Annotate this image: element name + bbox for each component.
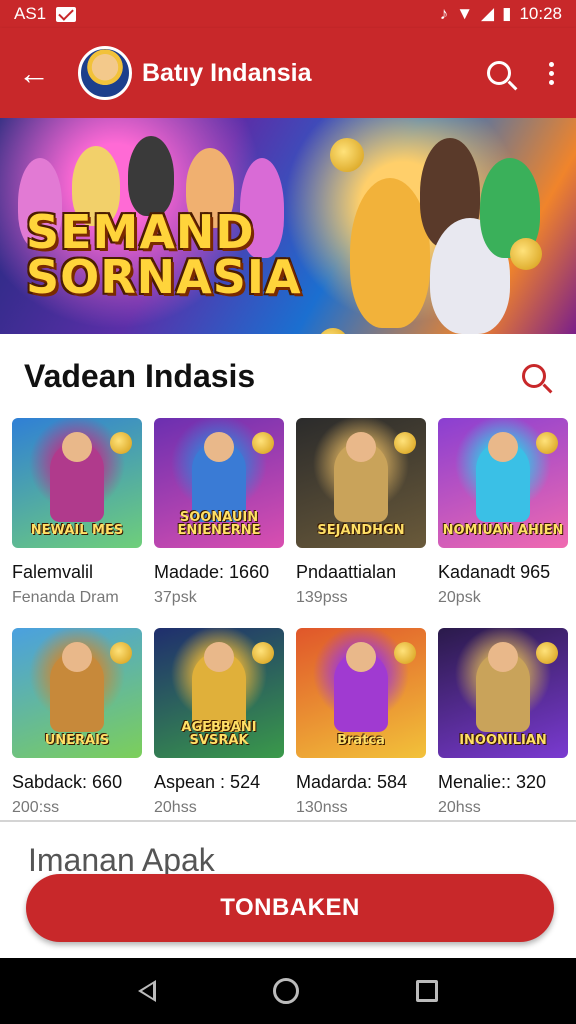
back-arrow-icon[interactable]: ←	[18, 57, 58, 89]
banner-character	[350, 178, 430, 328]
game-thumbnail[interactable]: AGEBBANI SVSRAK	[154, 628, 284, 758]
more-vert-icon[interactable]	[545, 61, 558, 85]
game-character-head	[346, 642, 376, 672]
game-title: Falemvalil	[12, 562, 94, 582]
app-title: Batıy Indansia	[142, 58, 312, 87]
game-title: Pndaattialan	[296, 562, 397, 582]
banner-character	[128, 136, 174, 216]
game-character-head	[204, 432, 234, 462]
hero-banner[interactable]: SEMAND SORNASIA	[0, 118, 576, 334]
game-subtitle: Fenanda Dram	[12, 589, 119, 606]
carrier-label: AS1	[14, 4, 47, 23]
game-thumbnail-text: Bratca	[337, 733, 385, 749]
banner-title-line2: SORNASIA	[26, 250, 302, 305]
system-nav-bar	[0, 958, 576, 1024]
search-icon[interactable]	[522, 364, 546, 388]
game-thumbnail[interactable]: SEJANDHGN	[296, 418, 426, 548]
game-card[interactable]: AGEBBANI SVSRAK Aspean : 524 20hss	[154, 628, 284, 828]
game-thumbnail-text: NEWAIL MES	[30, 523, 124, 539]
game-character-head	[488, 432, 518, 462]
game-title: Aspean : 524	[154, 772, 261, 792]
coin-icon	[510, 238, 542, 270]
game-title: Menalie:: 320	[438, 772, 547, 792]
coin-icon	[536, 642, 558, 664]
coin-icon	[110, 642, 132, 664]
coin-icon	[252, 642, 274, 664]
coin-icon	[536, 432, 558, 454]
coin-icon	[330, 138, 364, 172]
section-title: Vadean Indasis	[24, 357, 256, 394]
status-bar: AS1 ♪ ▼ ◢ ▮ 10:28	[0, 0, 576, 28]
game-thumbnail[interactable]: SOONAUIN ENIENERNE	[154, 418, 284, 548]
coin-icon	[394, 432, 416, 454]
nav-recents-icon[interactable]	[415, 980, 438, 1002]
game-thumbnail[interactable]: NEWAIL MES	[12, 418, 142, 548]
game-subtitle: 139pss	[296, 589, 348, 606]
game-card[interactable]: NEWAIL MES Falemvalil Fenanda Dram	[12, 418, 142, 618]
signal-icon: ◢	[481, 4, 495, 23]
game-title: Madarda: 584	[296, 772, 408, 792]
game-card[interactable]: INOONILIANMenalie:: 32020hss	[438, 628, 568, 828]
mail-notification-icon	[56, 6, 77, 22]
game-grid: NEWAIL MES Falemvalil Fenanda Dram SOONAUIN…	[12, 418, 568, 828]
game-thumbnail-text: SOONAUIN ENIENERNE	[177, 509, 261, 539]
game-title: Sabdack: 660	[12, 772, 123, 792]
game-card[interactable]: UNERAIS Sabdack: 660 200:ss	[12, 628, 142, 828]
game-subtitle: 130nss	[296, 799, 348, 816]
avatar[interactable]	[78, 46, 132, 100]
game-card[interactable]: NOMIUAN AHIEN Kadanadt 965 20psk	[438, 418, 568, 618]
game-thumbnail[interactable]: NOMIUAN AHIEN	[438, 418, 568, 548]
game-character-head	[62, 432, 92, 462]
game-thumbnail[interactable]: INOONILIAN	[438, 628, 568, 758]
coin-icon	[318, 328, 348, 334]
game-thumbnail-text: AGEBBANI SVSRAK	[181, 719, 257, 749]
coin-icon	[252, 432, 274, 454]
coin-icon	[394, 642, 416, 664]
game-thumbnail[interactable]: UNERAIS	[12, 628, 142, 758]
game-subtitle: 20psk	[438, 589, 481, 606]
section-header: Vadean Indasis	[0, 334, 576, 418]
wifi-icon: ▼	[456, 4, 474, 23]
game-character-head	[62, 642, 92, 672]
nav-back-icon[interactable]	[138, 980, 157, 1002]
game-thumbnail-text: NOMIUAN AHIEN	[442, 523, 564, 539]
divider	[0, 820, 576, 822]
app-bar: ← Batıy Indansia	[0, 28, 576, 118]
game-title: Kadanadt 965	[438, 562, 551, 582]
status-time: 10:28	[519, 4, 562, 23]
banner-title: SEMAND SORNASIA	[26, 205, 302, 305]
game-card[interactable]: Bratca Madarda: 584 130nss	[296, 628, 426, 828]
game-thumbnail[interactable]: Bratca	[296, 628, 426, 758]
battery-icon: ▮	[502, 4, 512, 23]
game-card[interactable]: SEJANDHGN Pndaattialan 139pss	[296, 418, 426, 618]
primary-cta-button[interactable]: TONBAKEN	[26, 874, 554, 942]
game-thumbnail-text: INOONILIAN	[459, 733, 547, 749]
game-subtitle: 37psk	[154, 589, 197, 606]
game-character-head	[346, 432, 376, 462]
game-character-head	[204, 642, 234, 672]
banner-title-line1: SEMAND	[26, 205, 255, 259]
game-thumbnail-text: UNERAIS	[44, 733, 110, 749]
game-subtitle: 20hss	[154, 799, 197, 816]
vibrate-icon: ♪	[439, 4, 449, 23]
game-card[interactable]: SOONAUIN ENIENERNE Madade: 1660 37psk	[154, 418, 284, 618]
nav-home-icon[interactable]	[272, 978, 299, 1004]
coin-icon	[110, 432, 132, 454]
search-icon[interactable]	[487, 61, 511, 85]
game-subtitle: 200:ss	[12, 799, 60, 816]
game-subtitle: 20hss	[438, 799, 481, 816]
game-title: Madade: 1660	[154, 562, 270, 582]
game-character-head	[488, 642, 518, 672]
game-thumbnail-text: SEJANDHGN	[317, 523, 405, 539]
